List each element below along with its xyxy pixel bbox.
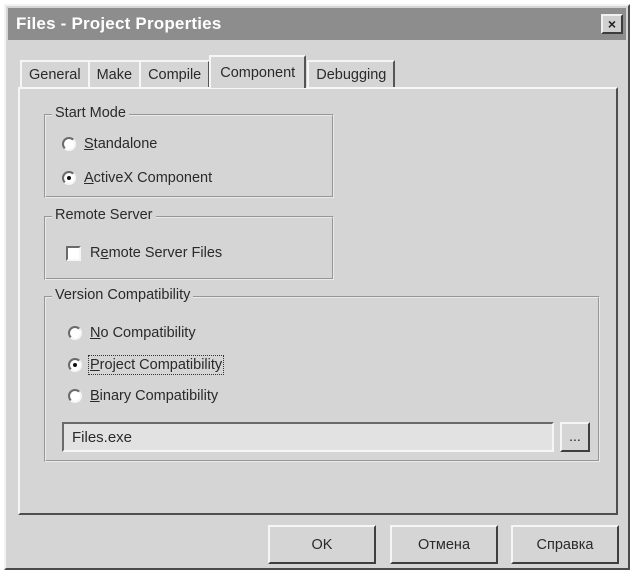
help-button[interactable]: Справка (511, 525, 619, 564)
remote-server-files-box (66, 245, 81, 261)
tab-component[interactable]: Component (209, 55, 307, 88)
standalone-label: Standalone (84, 136, 158, 152)
version-compatibility-label: Version Compatibility (52, 287, 194, 303)
binary-compatibility-radio[interactable]: Binary Compatibility (68, 388, 218, 404)
remote-server-files-checkbox[interactable]: Remote Server Files (66, 245, 222, 261)
ok-button[interactable]: OK (268, 525, 376, 564)
project-compatibility-radio-indicator (68, 358, 82, 372)
activex-component-label: ActiveX Component (84, 170, 213, 186)
cancel-button[interactable]: Отмена (390, 525, 498, 564)
remote-server-files-label: Remote Server Files (90, 245, 223, 261)
no-compatibility-radio-indicator (68, 326, 82, 340)
tab-compile[interactable]: Compile (139, 60, 211, 88)
browse-button[interactable]: ... (560, 422, 590, 452)
close-icon: × (607, 16, 617, 32)
no-compatibility-label: No Compatibility (90, 325, 196, 341)
activex-component-radio[interactable]: ActiveX Component (62, 170, 212, 186)
tab-strip: General Make Compile Component Debugging (20, 55, 396, 88)
binary-compatibility-radio-indicator (68, 389, 82, 403)
standalone-radio[interactable]: Standalone (62, 136, 157, 152)
compatible-file-input[interactable] (62, 422, 554, 452)
start-mode-label: Start Mode (52, 105, 129, 121)
close-button[interactable]: × (601, 14, 623, 34)
no-compatibility-radio[interactable]: No Compatibility (68, 325, 196, 341)
project-compatibility-radio[interactable]: Project Compatibility (68, 355, 225, 375)
window-title: Files - Project Properties (16, 14, 222, 33)
remote-server-label: Remote Server (52, 207, 156, 223)
tab-make[interactable]: Make (87, 60, 142, 88)
binary-compatibility-label: Binary Compatibility (90, 388, 219, 404)
tab-general[interactable]: General (20, 60, 90, 88)
standalone-radio-indicator (62, 137, 76, 151)
activex-component-radio-indicator (62, 171, 76, 185)
title-bar[interactable]: Files - Project Properties × (8, 8, 626, 40)
tab-debugging[interactable]: Debugging (307, 60, 396, 88)
project-compatibility-label: Project Compatibility (87, 355, 225, 375)
